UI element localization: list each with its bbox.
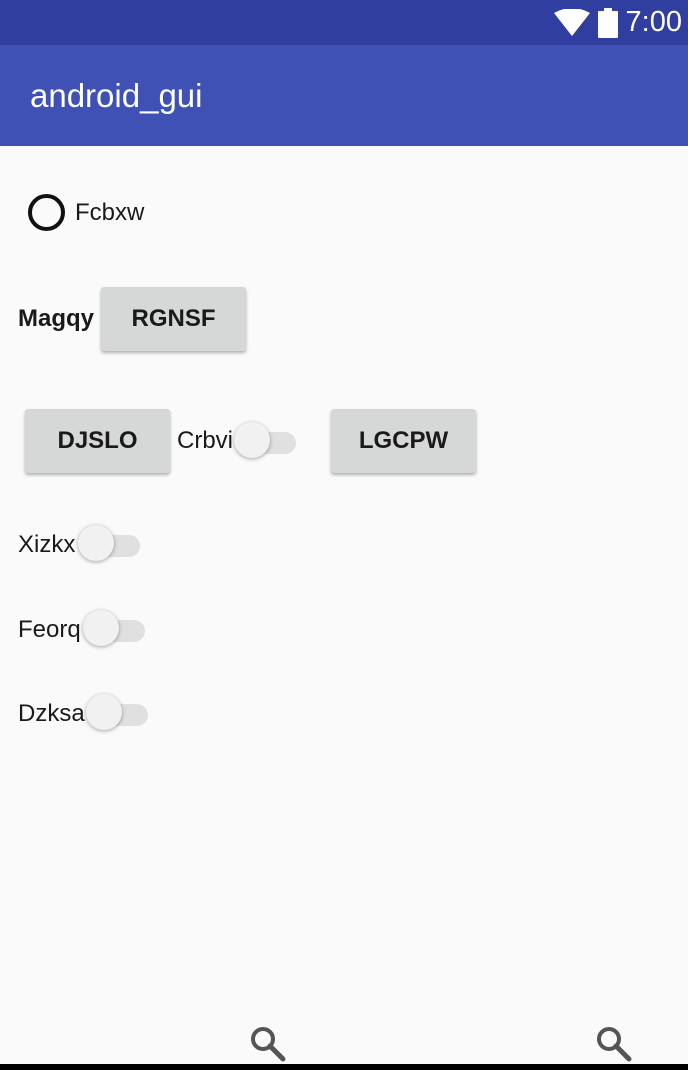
crbvi-label: Crbvi [177, 427, 234, 454]
magqy-label: Magqy [18, 305, 95, 332]
feorq-label: Feorq [18, 616, 81, 643]
switch-thumb[interactable] [234, 422, 270, 458]
dzksa-label: Dzksa [18, 700, 85, 727]
xizkx-switch[interactable] [78, 523, 142, 563]
radio-label: Fcbxw [75, 198, 145, 226]
status-time: 7:00 [625, 6, 682, 38]
navigation-bar-edge [0, 1064, 688, 1070]
radio-fcbxw[interactable]: Fcbxw [28, 194, 144, 231]
switch-thumb[interactable] [86, 694, 122, 730]
dzksa-switch[interactable] [86, 692, 150, 732]
status-icons: 7:00 [553, 0, 682, 45]
search-icon[interactable] [594, 1024, 634, 1064]
rgnsf-button[interactable]: RGNSF [101, 287, 246, 351]
app-bar: android_gui [0, 45, 688, 146]
xizkx-label: Xizkx [18, 531, 76, 558]
app-title: android_gui [30, 77, 203, 114]
djslo-button[interactable]: DJSLO [25, 409, 170, 473]
crbvi-switch[interactable] [234, 420, 298, 460]
radio-circle-icon[interactable] [28, 194, 65, 231]
search-icon[interactable] [248, 1024, 288, 1064]
wifi-icon [553, 8, 590, 36]
status-bar: 7:00 [0, 0, 688, 45]
lgcpw-button[interactable]: LGCPW [331, 409, 476, 473]
switch-thumb[interactable] [83, 610, 119, 646]
switch-thumb[interactable] [78, 525, 114, 561]
battery-icon [597, 7, 618, 38]
feorq-switch[interactable] [83, 608, 147, 648]
